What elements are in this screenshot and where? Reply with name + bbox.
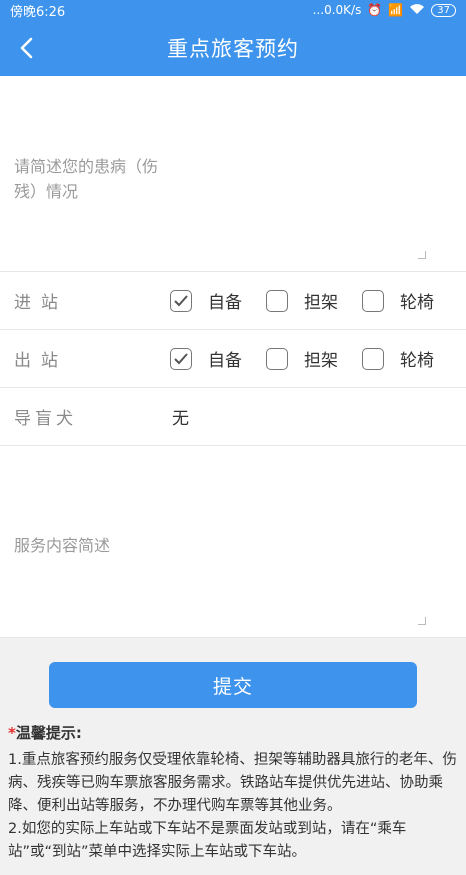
condition-textarea[interactable]: 请简述您的患病（伤残）情况 <box>0 76 466 272</box>
exit-station-row: 出站 自备 担架 轮椅 <box>0 330 466 388</box>
option-label: 自备 <box>208 351 242 371</box>
signal-icon: 📶 <box>388 3 404 17</box>
submit-area: 提交 <box>0 638 466 708</box>
status-icons: ...0.0K/s ⏰ 📶 37 <box>313 3 456 18</box>
page-title: 重点旅客预约 <box>167 37 299 61</box>
reservation-form: 请简述您的患病（伤残）情况 进站 自备 担架 轮椅 出站 自备 担架 轮椅 导盲… <box>0 76 466 638</box>
checkbox-checked-icon[interactable] <box>170 289 192 312</box>
resize-handle-icon[interactable] <box>418 251 426 259</box>
resize-handle-icon[interactable] <box>418 617 426 625</box>
checkbox-icon[interactable] <box>362 289 384 312</box>
network-speed: ...0.0K/s <box>312 3 362 17</box>
checkbox-icon[interactable] <box>266 347 288 370</box>
tips-title: *温馨提示: <box>8 722 458 745</box>
required-star: * <box>8 724 16 742</box>
status-bar: 傍晚6:26 ...0.0K/s ⏰ 📶 37 <box>0 0 466 20</box>
option-label: 轮椅 <box>400 351 434 371</box>
exit-station-label: 出站 <box>14 351 68 371</box>
tips-section: *温馨提示: 1.重点旅客预约服务仅受理依靠轮椅、担架等辅助器具旅行的老年、伤病… <box>0 708 466 864</box>
guide-dog-value[interactable]: 无 <box>172 404 189 429</box>
option-label: 担架 <box>304 293 338 313</box>
enter-option-wheelchair[interactable]: 轮椅 <box>362 288 434 313</box>
enter-option-stretcher[interactable]: 担架 <box>266 288 338 313</box>
option-label: 自备 <box>208 293 242 313</box>
exit-option-wheelchair[interactable]: 轮椅 <box>362 346 434 371</box>
back-button[interactable] <box>12 34 40 62</box>
checkbox-icon[interactable] <box>266 289 288 312</box>
status-time: 傍晚6:26 <box>10 4 66 20</box>
exit-option-stretcher[interactable]: 担架 <box>266 346 338 371</box>
exit-option-self[interactable]: 自备 <box>170 346 242 371</box>
option-label: 轮椅 <box>400 293 434 313</box>
alarm-icon: ⏰ <box>367 3 383 17</box>
battery-icon: 37 <box>431 3 456 17</box>
enter-station-options: 自备 担架 轮椅 <box>170 288 434 313</box>
wifi-icon <box>409 3 425 18</box>
enter-station-label: 进站 <box>14 293 68 313</box>
option-label: 担架 <box>304 351 338 371</box>
tip-item: 2.如您的实际上车站或下车站不是票面发站或到站，请在“乘车站”或“到站”菜单中选… <box>8 821 407 860</box>
checkbox-icon[interactable] <box>362 347 384 370</box>
submit-button[interactable]: 提交 <box>49 662 417 708</box>
checkbox-checked-icon[interactable] <box>170 347 192 370</box>
chevron-left-icon <box>20 37 33 59</box>
exit-station-options: 自备 担架 轮椅 <box>170 346 434 371</box>
service-placeholder: 服务内容简述 <box>14 536 111 555</box>
nav-bar: 重点旅客预约 <box>0 20 466 76</box>
enter-station-row: 进站 自备 担架 轮椅 <box>0 272 466 330</box>
guide-dog-label: 导盲犬 <box>14 409 77 429</box>
tips-title-text: 温馨提示: <box>15 724 82 742</box>
service-textarea[interactable]: 服务内容简述 <box>0 446 466 638</box>
tip-item: 1.重点旅客预约服务仅受理依靠轮椅、担架等辅助器具旅行的老年、伤病、残疾等已购车… <box>8 752 457 814</box>
condition-placeholder: 请简述您的患病（伤残）情况 <box>14 157 159 201</box>
enter-option-self[interactable]: 自备 <box>170 288 242 313</box>
guide-dog-row[interactable]: 导盲犬 无 <box>0 388 466 446</box>
